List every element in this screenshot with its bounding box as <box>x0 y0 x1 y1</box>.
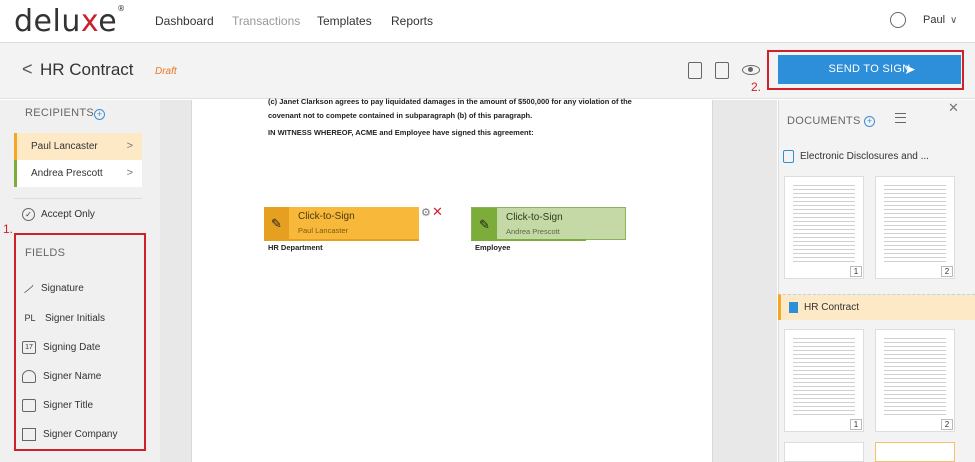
signature-line <box>264 239 419 241</box>
nav-templates[interactable]: Templates <box>317 14 372 28</box>
list-view-icon[interactable] <box>895 113 906 123</box>
page-thumbnail[interactable]: 2 <box>875 176 955 279</box>
add-recipient-icon[interactable]: + <box>94 109 105 120</box>
field-signature[interactable]: Signature <box>22 282 84 294</box>
pen-icon <box>22 282 34 294</box>
initials-icon: PL <box>24 313 36 323</box>
nav-reports[interactable]: Reports <box>391 14 433 28</box>
nav-dashboard[interactable]: Dashboard <box>155 14 214 28</box>
callout-one: 1. <box>3 222 14 236</box>
page-thumbnail[interactable] <box>875 442 955 462</box>
document-icon <box>789 302 798 313</box>
fields-heading: FIELDS <box>25 247 66 259</box>
field-signer-company[interactable]: Signer Company <box>22 428 117 441</box>
field-label: Signer Company <box>43 429 118 441</box>
gear-icon[interactable]: ⚙ <box>421 206 431 219</box>
back-icon[interactable]: < <box>22 59 33 80</box>
page-text-preview <box>884 338 946 415</box>
signature-field-signer: Andrea Prescott <box>506 227 560 236</box>
accept-only-toggle[interactable]: ✓ Accept Only <box>22 208 95 221</box>
id-card-icon <box>22 399 36 412</box>
page-thumbnail[interactable]: 2 <box>875 329 955 432</box>
close-icon[interactable]: ✕ <box>948 100 959 116</box>
page-number: 1 <box>850 266 862 277</box>
page-number: 2 <box>941 419 953 430</box>
chevron-right-icon: > <box>126 167 133 179</box>
nav-transactions[interactable]: Transactions <box>232 14 300 28</box>
building-icon <box>22 428 36 441</box>
signature-field-paul[interactable]: ✎ Click-to-Sign Paul Lancaster <box>264 207 419 240</box>
add-document-icon[interactable] <box>688 62 702 79</box>
page-text-preview <box>884 185 946 262</box>
calendar-icon: 17 <box>22 341 36 354</box>
paper-plane-icon: ➤ <box>903 61 916 77</box>
add-document-icon[interactable]: + <box>864 116 875 127</box>
close-icon[interactable]: ✕ <box>432 204 443 220</box>
chevron-right-icon: > <box>126 140 133 152</box>
callout-two: 2. <box>751 80 762 94</box>
send-to-sign-button[interactable]: SEND TO SIGN ➤ <box>778 55 961 84</box>
paragraph-line: (c) Janet Clarkson agrees to pay liquida… <box>268 97 632 106</box>
recipient-andrea-prescott[interactable]: Andrea Prescott > <box>14 160 142 187</box>
page-number: 2 <box>941 266 953 277</box>
field-signer-name[interactable]: Signer Name <box>22 370 101 383</box>
document-name: HR Contract <box>804 302 860 313</box>
document-item-disclosures[interactable]: Electronic Disclosures and ... <box>783 150 929 163</box>
status-badge: Draft <box>155 66 177 77</box>
field-signing-date[interactable]: 17 Signing Date <box>22 341 100 354</box>
chevron-down-icon[interactable]: ∨ <box>950 15 957 26</box>
page-thumbnail[interactable]: 1 <box>784 176 864 279</box>
witness-line: IN WITNESS WHEREOF, ACME and Employee ha… <box>268 128 534 137</box>
check-circle-icon: ✓ <box>22 208 35 221</box>
field-label: Signer Initials <box>45 313 106 325</box>
paragraph-line: covenant not to compete contained in sub… <box>268 111 533 120</box>
signature-line <box>471 239 586 241</box>
settings-document-icon[interactable] <box>715 62 729 79</box>
field-label: Signer Name <box>43 371 102 383</box>
page-number: 1 <box>850 419 862 430</box>
deluxe-logo[interactable]: deluxe® <box>14 4 126 39</box>
recipients-heading: RECIPIENTS <box>25 107 95 119</box>
document-name: Electronic Disclosures and ... <box>800 151 929 163</box>
recipient-name: Paul Lancaster <box>31 141 98 152</box>
globe-icon[interactable] <box>890 12 906 28</box>
field-signer-initials[interactable]: PL Signer Initials <box>22 312 105 325</box>
preview-eye-icon[interactable] <box>742 65 760 75</box>
user-menu[interactable]: Paul <box>923 14 945 26</box>
accept-only-label: Accept Only <box>41 209 95 221</box>
field-label: Signature <box>41 283 84 294</box>
pen-icon: ✎ <box>472 208 497 241</box>
signature-field-signer: Paul Lancaster <box>298 226 349 235</box>
pen-icon: ✎ <box>264 207 289 240</box>
document-item-hr-contract[interactable]: HR Contract <box>778 294 975 320</box>
field-label: Signer Title <box>43 400 94 412</box>
documents-heading: DOCUMENTS <box>787 115 861 127</box>
recipient-paul-lancaster[interactable]: Paul Lancaster > <box>14 133 142 160</box>
page-text-preview <box>793 338 855 415</box>
send-to-sign-label: SEND TO SIGN <box>828 63 911 75</box>
page-text-preview <box>793 185 855 262</box>
signature-caption: HR Department <box>268 243 323 252</box>
signature-field-andrea[interactable]: ✎ Click-to-Sign Andrea Prescott <box>471 207 626 241</box>
document-icon <box>783 150 794 163</box>
divider <box>14 198 142 199</box>
top-nav: deluxe® Dashboard Transactions Templates… <box>0 0 975 43</box>
page-title: HR Contract <box>40 60 134 79</box>
signature-field-label: Click-to-Sign <box>298 211 355 222</box>
page-thumbnail[interactable]: 1 <box>784 329 864 432</box>
person-icon <box>22 370 36 383</box>
field-label: Signing Date <box>43 342 101 354</box>
recipient-name: Andrea Prescott <box>31 168 103 179</box>
page-thumbnail[interactable] <box>784 442 864 462</box>
signature-caption: Employee <box>475 243 511 252</box>
field-signer-title[interactable]: Signer Title <box>22 399 93 412</box>
document-page <box>191 100 713 462</box>
signature-field-label: Click-to-Sign <box>506 212 563 223</box>
